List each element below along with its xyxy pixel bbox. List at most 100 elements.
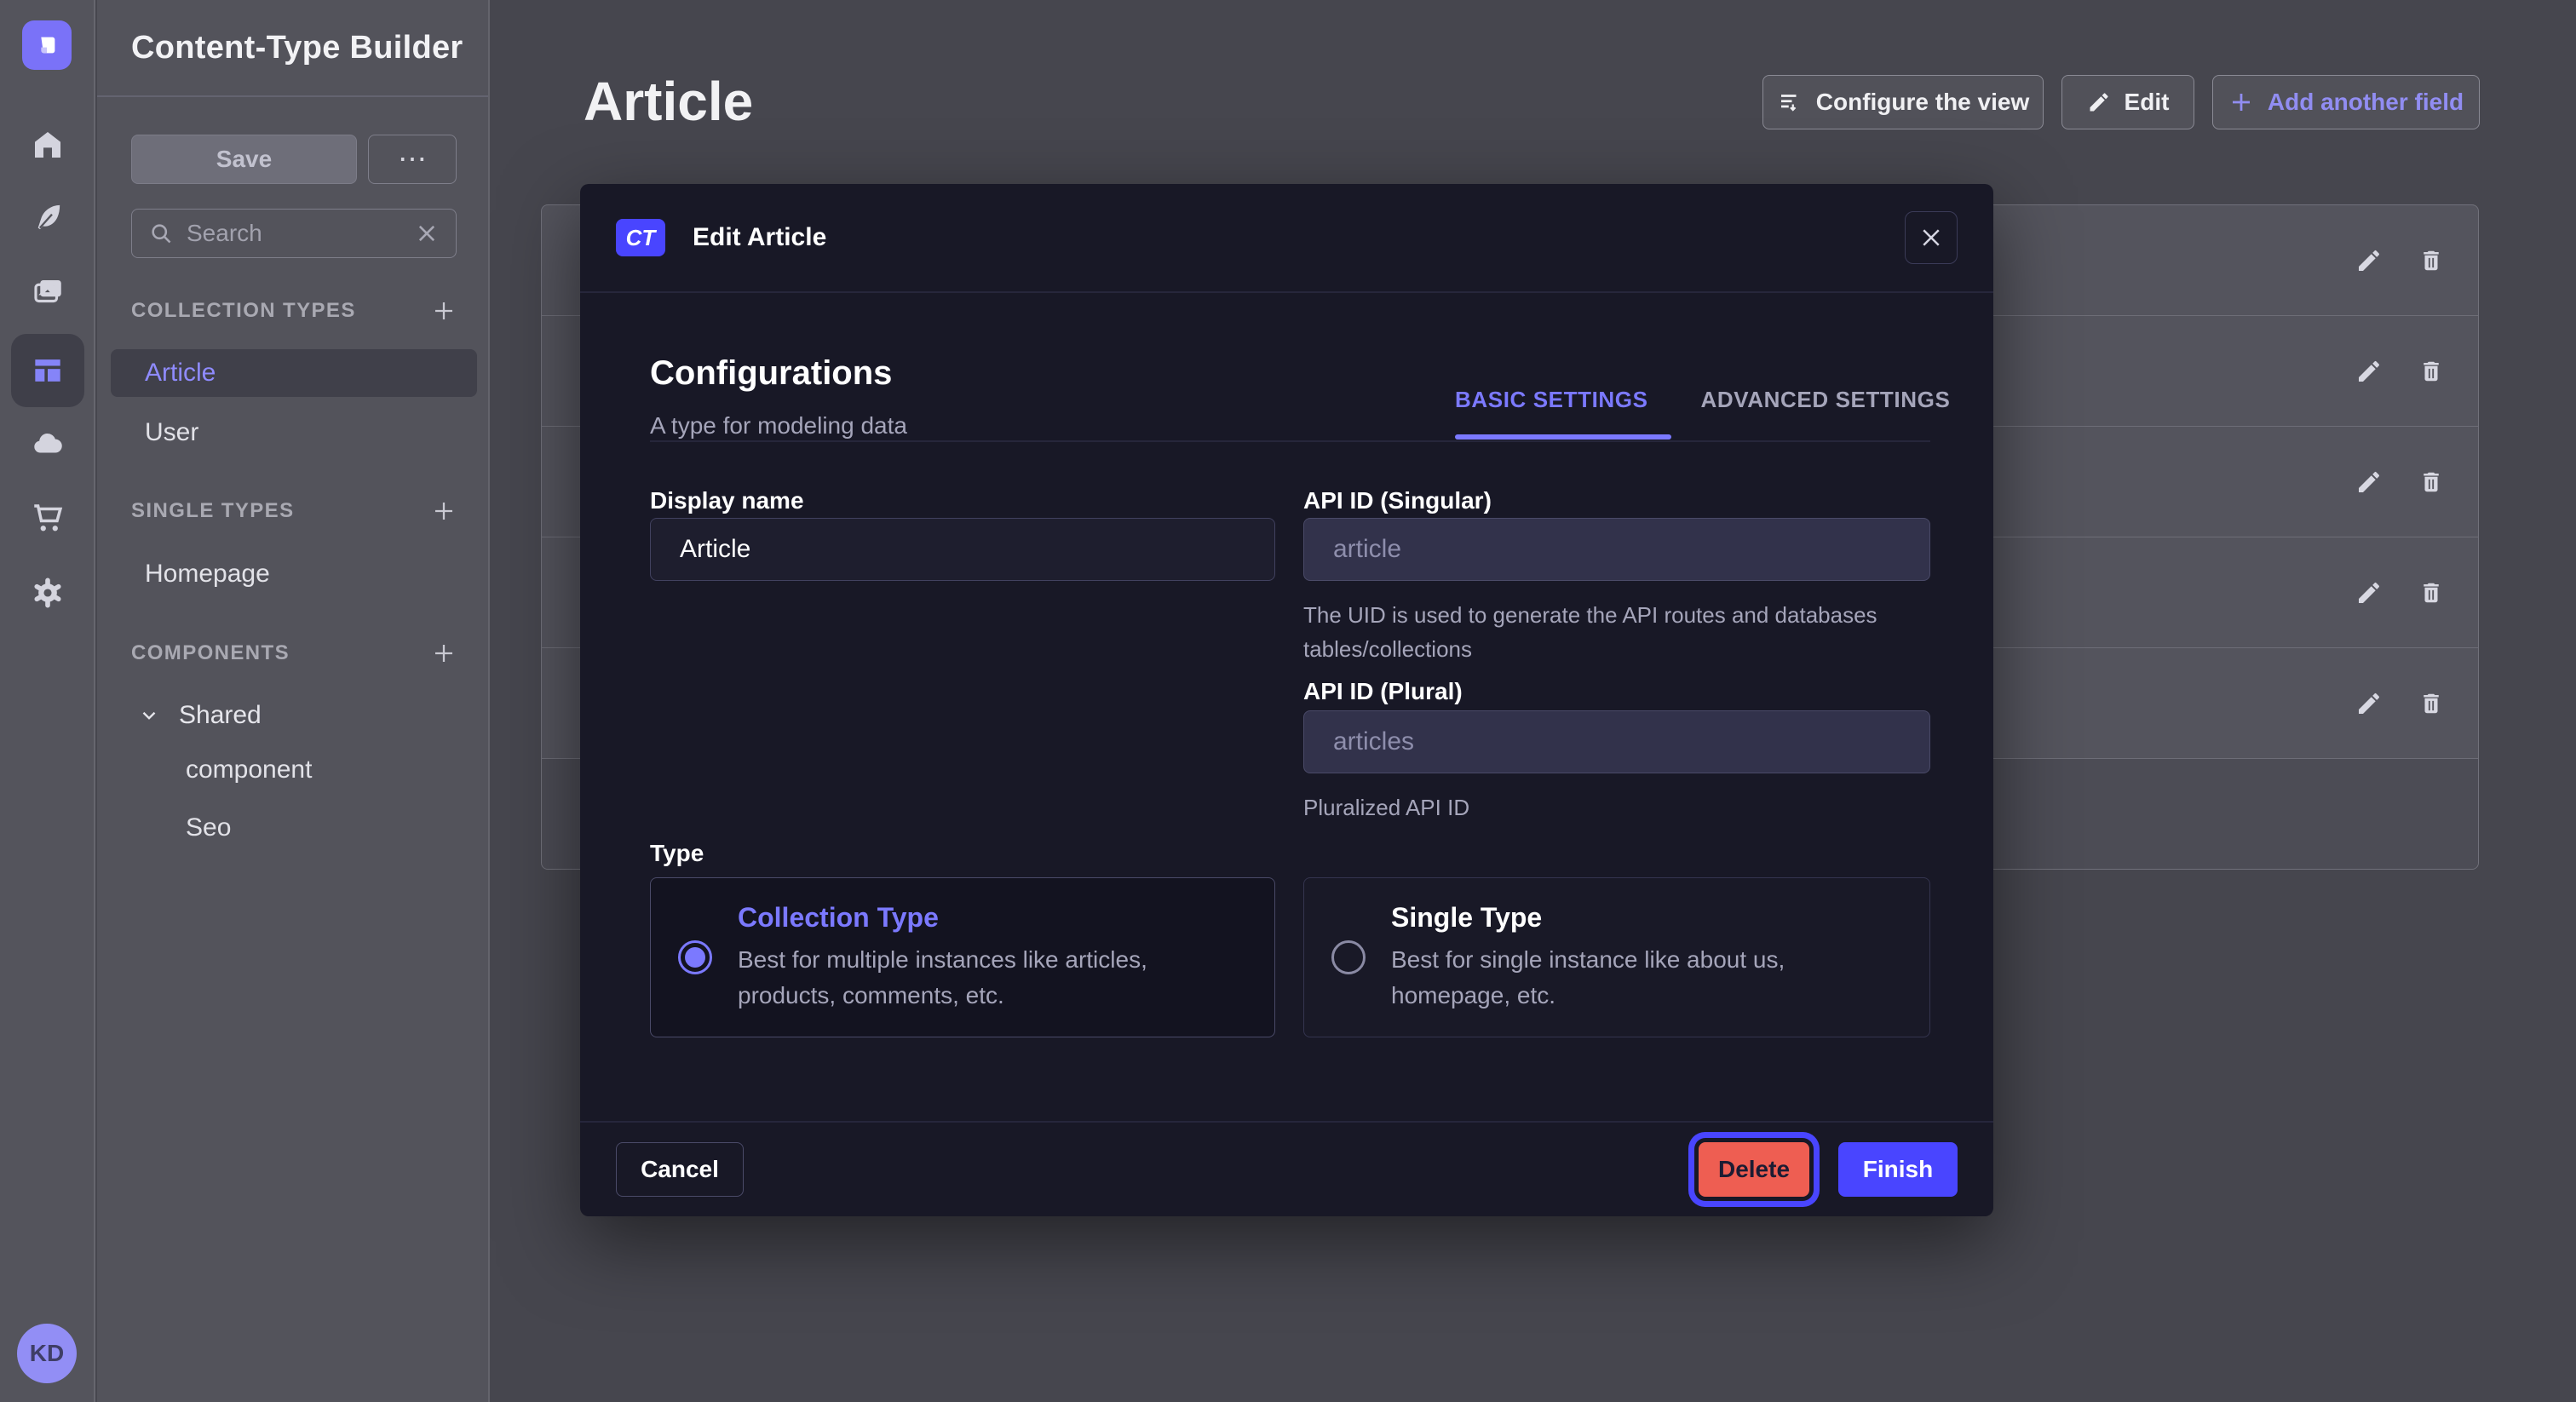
chevron-down-icon [138, 704, 160, 727]
settings-tabs: BASIC SETTINGS ADVANCED SETTINGS [1455, 387, 1950, 413]
pencil-icon [2355, 247, 2383, 274]
feather-icon [31, 200, 65, 234]
pencil-icon [2355, 690, 2383, 717]
filter-lines-icon [1777, 89, 1803, 115]
ellipsis-icon: ⋯ [398, 142, 427, 176]
content-type-builder-icon [29, 352, 66, 389]
api-id-plural-hint: Pluralized API ID [1303, 790, 1469, 825]
add-component-icon[interactable] [431, 641, 457, 666]
single-types-header: SINGLE TYPES [131, 498, 457, 524]
close-modal-button[interactable] [1905, 211, 1958, 264]
page-title: Article [584, 70, 753, 133]
delete-field-button[interactable] [2418, 359, 2444, 384]
strapi-logo-icon [33, 32, 60, 59]
configurations-subtitle: A type for modeling data [650, 412, 907, 440]
avatar-initials: KD [30, 1340, 64, 1367]
sidebar-item-component[interactable]: component [111, 746, 477, 794]
trash-icon [2418, 691, 2444, 716]
more-options-button[interactable]: ⋯ [368, 135, 457, 184]
edit-field-button[interactable] [2355, 247, 2383, 274]
trash-icon [2418, 580, 2444, 606]
pencil-icon [2355, 358, 2383, 385]
tabs-divider [650, 440, 1930, 442]
api-id-singular-hint: The UID is used to generate the API rout… [1303, 598, 1900, 666]
trash-icon [2418, 248, 2444, 273]
rail-item-releases[interactable] [0, 417, 95, 471]
api-id-plural-input[interactable] [1303, 710, 1930, 773]
content-type-badge: CT [616, 219, 665, 256]
edit-article-modal: CT Edit Article Configurations A type fo… [580, 184, 1993, 1216]
add-another-field-button[interactable]: Add another field [2212, 75, 2480, 129]
display-name-input[interactable] [650, 518, 1275, 581]
configure-view-button[interactable]: Configure the view [1762, 75, 2044, 129]
plus-icon [2228, 89, 2254, 115]
api-id-plural-label: API ID (Plural) [1303, 678, 1463, 705]
sidebar-item-homepage[interactable]: Homepage [111, 550, 477, 598]
sidebar-item-user[interactable]: User [111, 409, 477, 457]
collection-type-description: Best for multiple instances like article… [738, 942, 1240, 1014]
modal-header: CT Edit Article [580, 184, 1993, 293]
pencil-icon [2355, 468, 2383, 496]
home-icon [31, 128, 65, 162]
delete-field-button[interactable] [2418, 580, 2444, 606]
tab-advanced-settings[interactable]: ADVANCED SETTINGS [1701, 387, 1951, 413]
active-tab-underline [1455, 434, 1671, 440]
save-button[interactable]: Save [131, 135, 357, 184]
cancel-button[interactable]: Cancel [616, 1142, 744, 1197]
delete-field-button[interactable] [2418, 248, 2444, 273]
single-type-title: Single Type [1391, 902, 1902, 934]
gear-icon [30, 575, 66, 611]
rail-item-content-type-builder[interactable] [11, 334, 84, 407]
rail-item-marketplace[interactable] [0, 491, 95, 545]
edit-field-button[interactable] [2355, 579, 2383, 606]
collection-type-card[interactable]: Collection Type Best for multiple instan… [650, 877, 1275, 1037]
collection-type-radio[interactable] [678, 940, 712, 974]
media-library-icon [30, 274, 66, 310]
pencil-icon [2087, 90, 2111, 114]
rail-item-media-library[interactable] [0, 265, 95, 319]
rail-item-home[interactable] [0, 118, 95, 172]
sidebar-item-article[interactable]: Article [111, 349, 477, 397]
strapi-logo[interactable] [22, 20, 72, 70]
single-type-description: Best for single instance like about us, … [1391, 942, 1902, 1014]
cloud-icon [30, 426, 66, 462]
api-id-singular-label: API ID (Singular) [1303, 487, 1492, 514]
collection-type-title: Collection Type [738, 902, 1240, 934]
modal-title: Edit Article [693, 223, 826, 252]
configurations-heading: Configurations [650, 354, 892, 393]
search-icon [149, 221, 173, 245]
cart-icon [30, 500, 66, 536]
single-type-card[interactable]: Single Type Best for single instance lik… [1303, 877, 1930, 1037]
finish-button[interactable]: Finish [1838, 1142, 1958, 1197]
rail-item-settings[interactable] [0, 566, 95, 620]
components-header: COMPONENTS [131, 641, 457, 666]
edit-field-button[interactable] [2355, 690, 2383, 717]
sidebar-group-shared[interactable]: Shared [111, 692, 477, 739]
sidebar-header: Content-Type Builder [97, 0, 488, 97]
trash-icon [2418, 359, 2444, 384]
user-avatar[interactable]: KD [17, 1324, 77, 1383]
tab-basic-settings[interactable]: BASIC SETTINGS [1455, 387, 1648, 413]
api-id-singular-input[interactable] [1303, 518, 1930, 581]
sidebar-item-seo[interactable]: Seo [111, 804, 477, 852]
close-icon [1918, 225, 1944, 250]
collection-types-header: COLLECTION TYPES [131, 298, 457, 324]
delete-field-button[interactable] [2418, 691, 2444, 716]
search-input[interactable] [187, 220, 401, 247]
add-single-type-icon[interactable] [431, 498, 457, 524]
delete-button[interactable]: Delete [1699, 1142, 1809, 1197]
clear-search-icon[interactable] [415, 221, 439, 245]
single-type-radio[interactable] [1331, 940, 1366, 974]
rail-item-content-manager[interactable] [0, 190, 95, 244]
delete-field-button[interactable] [2418, 469, 2444, 495]
sidebar-title: Content-Type Builder [131, 30, 463, 66]
edit-field-button[interactable] [2355, 358, 2383, 385]
type-label: Type [650, 840, 704, 867]
add-collection-type-icon[interactable] [431, 298, 457, 324]
edit-button[interactable]: Edit [2061, 75, 2194, 129]
modal-footer: Cancel Delete Finish [580, 1121, 1993, 1216]
edit-field-button[interactable] [2355, 468, 2383, 496]
pencil-icon [2355, 579, 2383, 606]
display-name-label: Display name [650, 487, 804, 514]
nav-rail: KD [0, 0, 95, 1402]
